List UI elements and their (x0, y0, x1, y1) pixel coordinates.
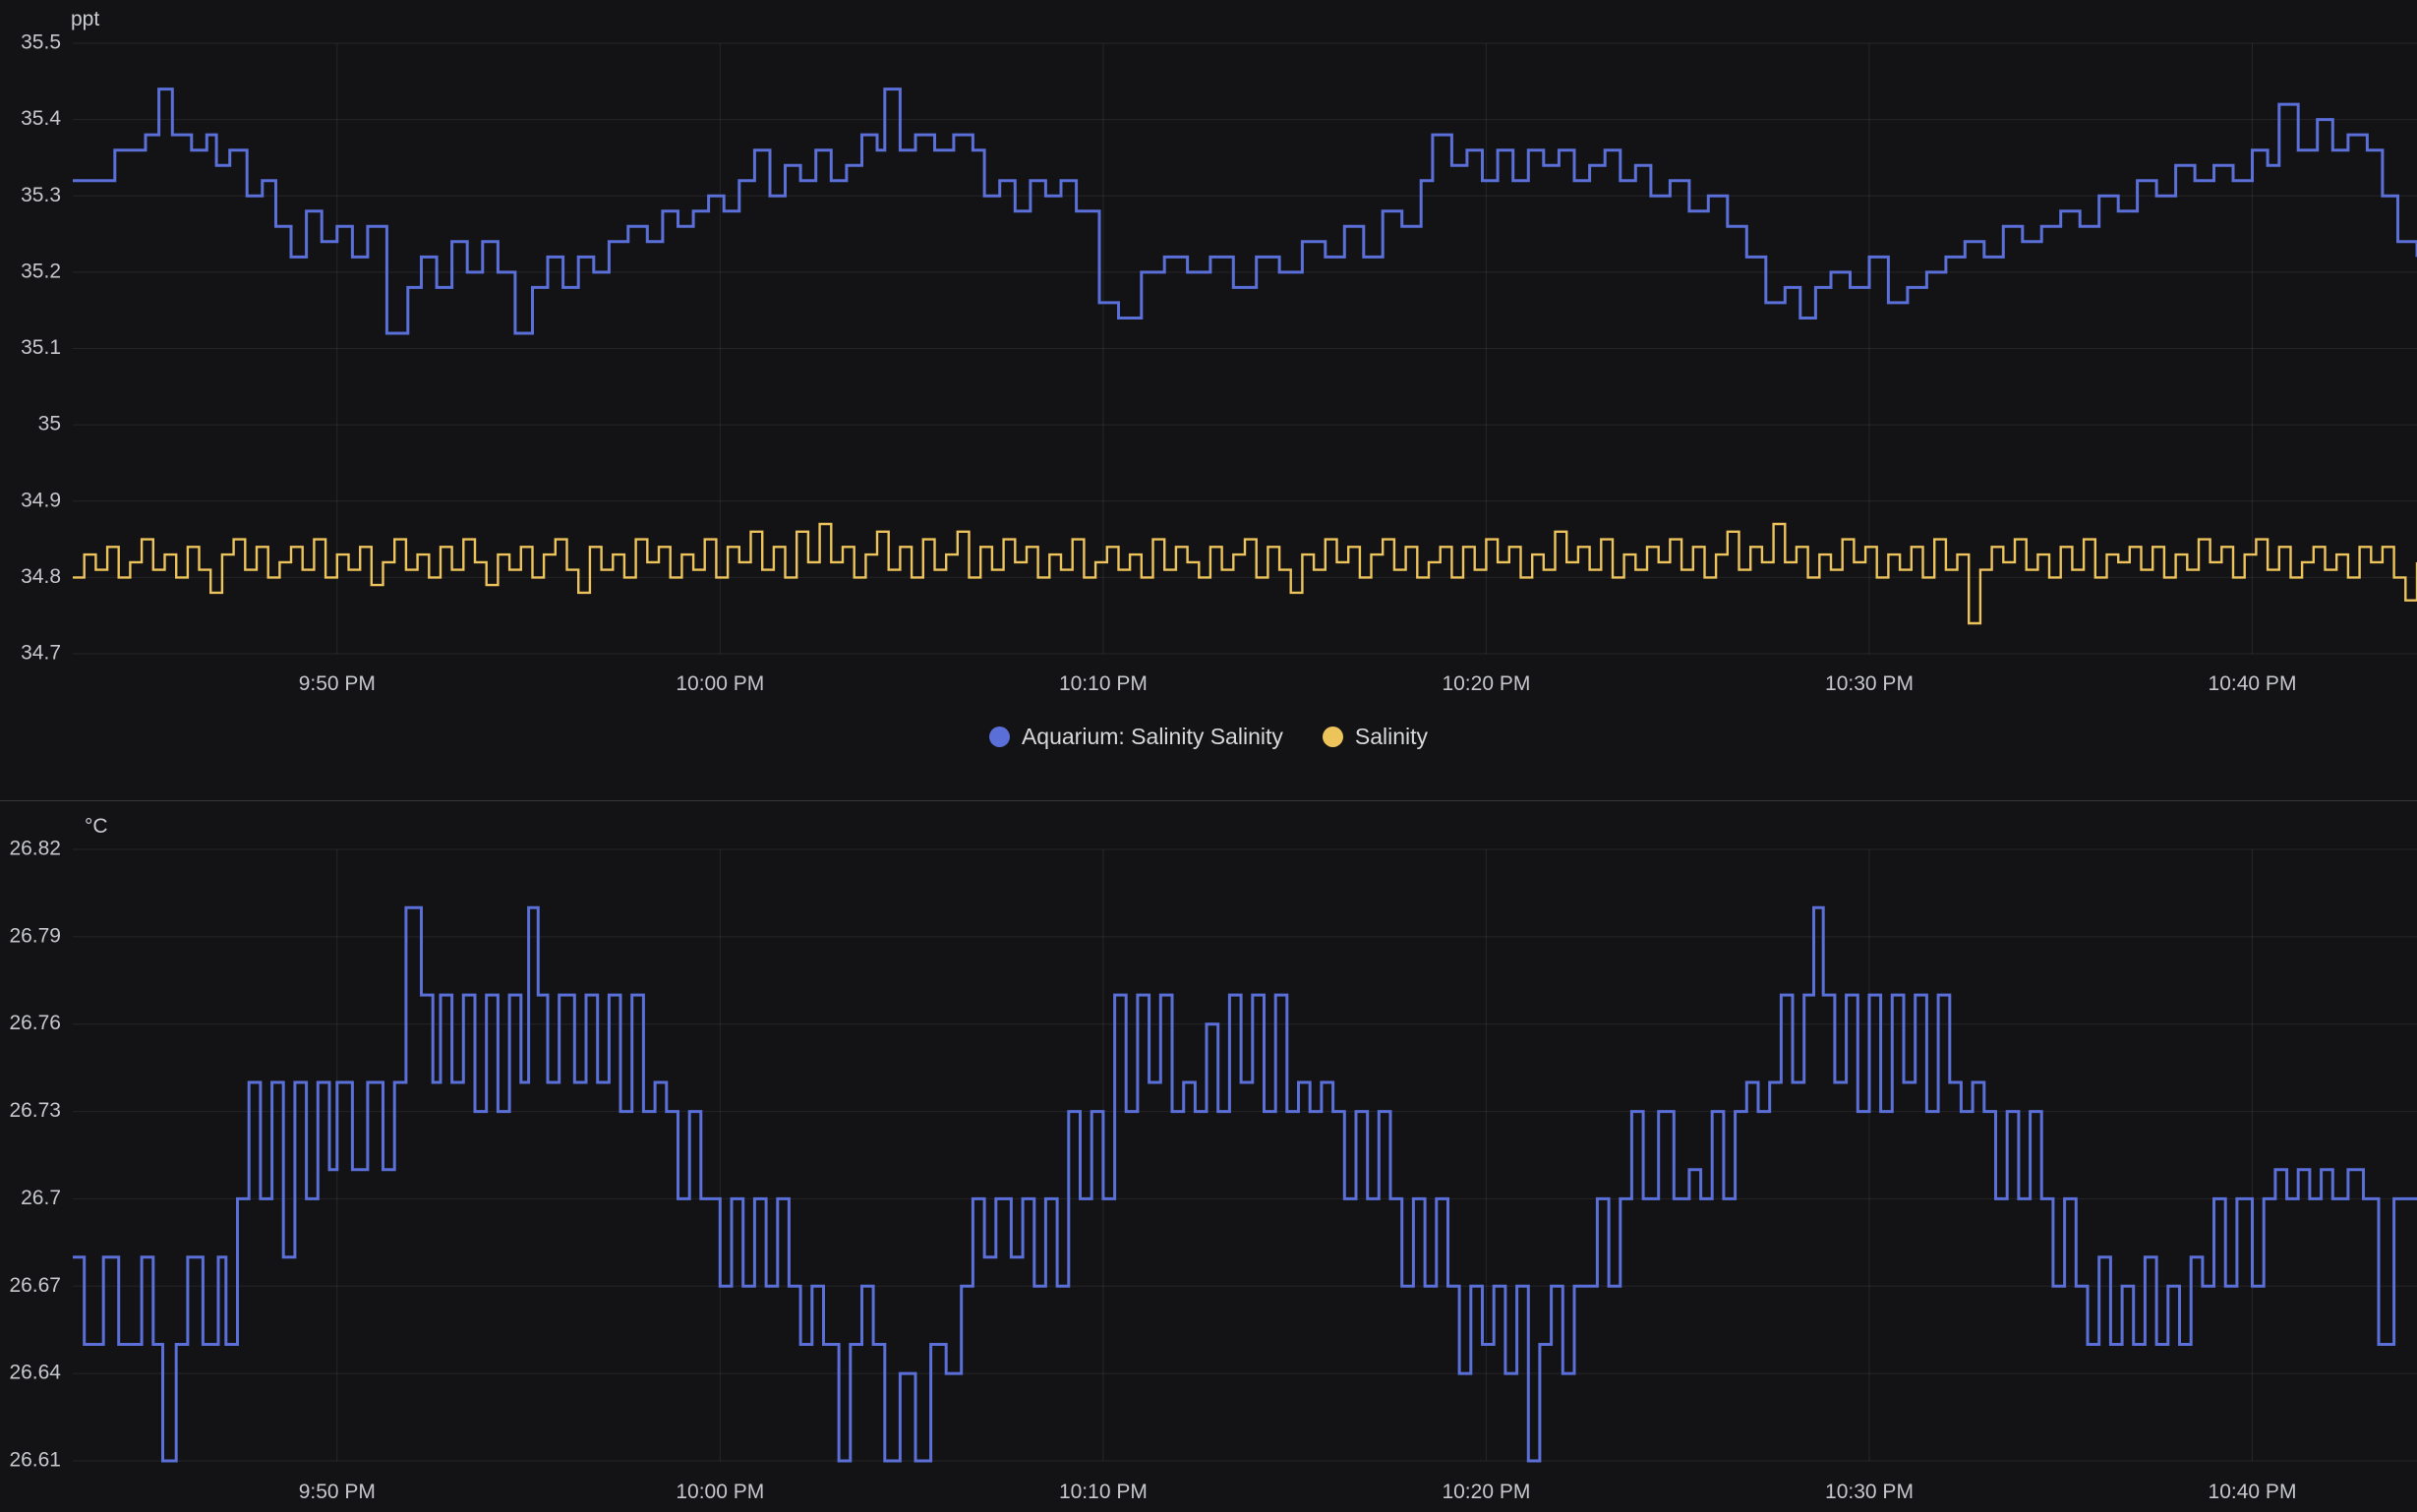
temperature-chart-plot[interactable]: 26.82 26.79 26.76 26.73 26.7 26.67 26.64 26.61 9… (0, 801, 2417, 1511)
y-axis-tick-label: 35.2 (21, 260, 61, 282)
legend-item-aquarium-salinity[interactable]: Aquarium: Salinity Salinity (989, 726, 1283, 748)
legend: Aquarium: Salinity Salinity Salinity (0, 726, 2417, 748)
y-axis-tick-label: 26.67 (9, 1274, 61, 1297)
legend-series-dot-yellow-icon (1323, 727, 1343, 747)
salinity-chart-plot[interactable]: 35.5 35.4 35.3 35.2 35.1 35 34.9 34.8 34.7 9:50 P… (0, 0, 2417, 708)
y-axis-tick-label: 34.7 (21, 642, 61, 665)
y-axis-tick-label: 26.7 (21, 1187, 61, 1209)
dashboard: ppt 35.5 35.4 35.3 35.2 35.1 35 34.9 34.8 34.7 9:… (0, 0, 2417, 1512)
temperature-panel: °C 26.8226.7926.7626.7326.726.6726.6426.… (0, 800, 2417, 1512)
y-axis-tick-label: 26.79 (9, 924, 61, 947)
x-axis-tick-label: 10:20 PM (1442, 672, 1530, 695)
x-axis-tick-label: 10:20 PM (1442, 1481, 1530, 1503)
y-axis-tick-label: 26.76 (9, 1012, 61, 1034)
y-axis-tick-label: 35.1 (21, 336, 61, 359)
y-axis-unit-label-celsius: °C (85, 815, 108, 839)
x-axis-tick-label: 10:10 PM (1059, 1481, 1148, 1503)
series-line-aquarium-salinity-salinity (73, 89, 2417, 333)
x-axis-tick-label: 9:50 PM (299, 672, 376, 695)
y-axis-tick-label: 35 (38, 413, 61, 436)
y-axis-tick-label: 35.5 (21, 31, 61, 54)
series-line-temperature (73, 907, 2417, 1461)
y-axis-tick-label: 26.61 (9, 1449, 61, 1472)
x-axis-tick-label: 10:40 PM (2209, 1481, 2297, 1503)
salinity-panel: ppt 35.5 35.4 35.3 35.2 35.1 35 34.9 34.8 34.7 9:… (0, 0, 2417, 800)
x-axis-tick-label: 10:00 PM (676, 1481, 764, 1503)
x-axis-tick-label: 10:10 PM (1059, 672, 1148, 695)
y-axis-tick-label: 26.73 (9, 1099, 61, 1122)
y-axis-tick-label: 34.8 (21, 565, 61, 588)
legend-item-salinity[interactable]: Salinity (1323, 726, 1428, 748)
y-axis-unit-label-ppt: ppt (71, 8, 99, 31)
legend-label-aquarium-salinity: Aquarium: Salinity Salinity (1022, 726, 1283, 748)
x-axis-tick-label: 10:30 PM (1825, 1481, 1914, 1503)
x-axis-tick-label: 9:50 PM (299, 1481, 376, 1503)
x-axis-tick-label: 10:30 PM (1825, 672, 1914, 695)
y-axis-tick-label: 26.64 (9, 1362, 61, 1384)
y-axis-tick-label: 35.4 (21, 107, 61, 130)
y-axis-tick-label: 26.82 (9, 838, 61, 860)
x-axis-tick-label: 10:40 PM (2209, 672, 2297, 695)
x-axis-tick-label: 10:00 PM (676, 672, 764, 695)
series-line-salinity (73, 524, 2417, 623)
y-axis-tick-label: 34.9 (21, 489, 61, 511)
y-axis-tick-label: 35.3 (21, 184, 61, 206)
legend-series-dot-blue-icon (989, 727, 1010, 747)
legend-label-salinity: Salinity (1355, 726, 1428, 748)
